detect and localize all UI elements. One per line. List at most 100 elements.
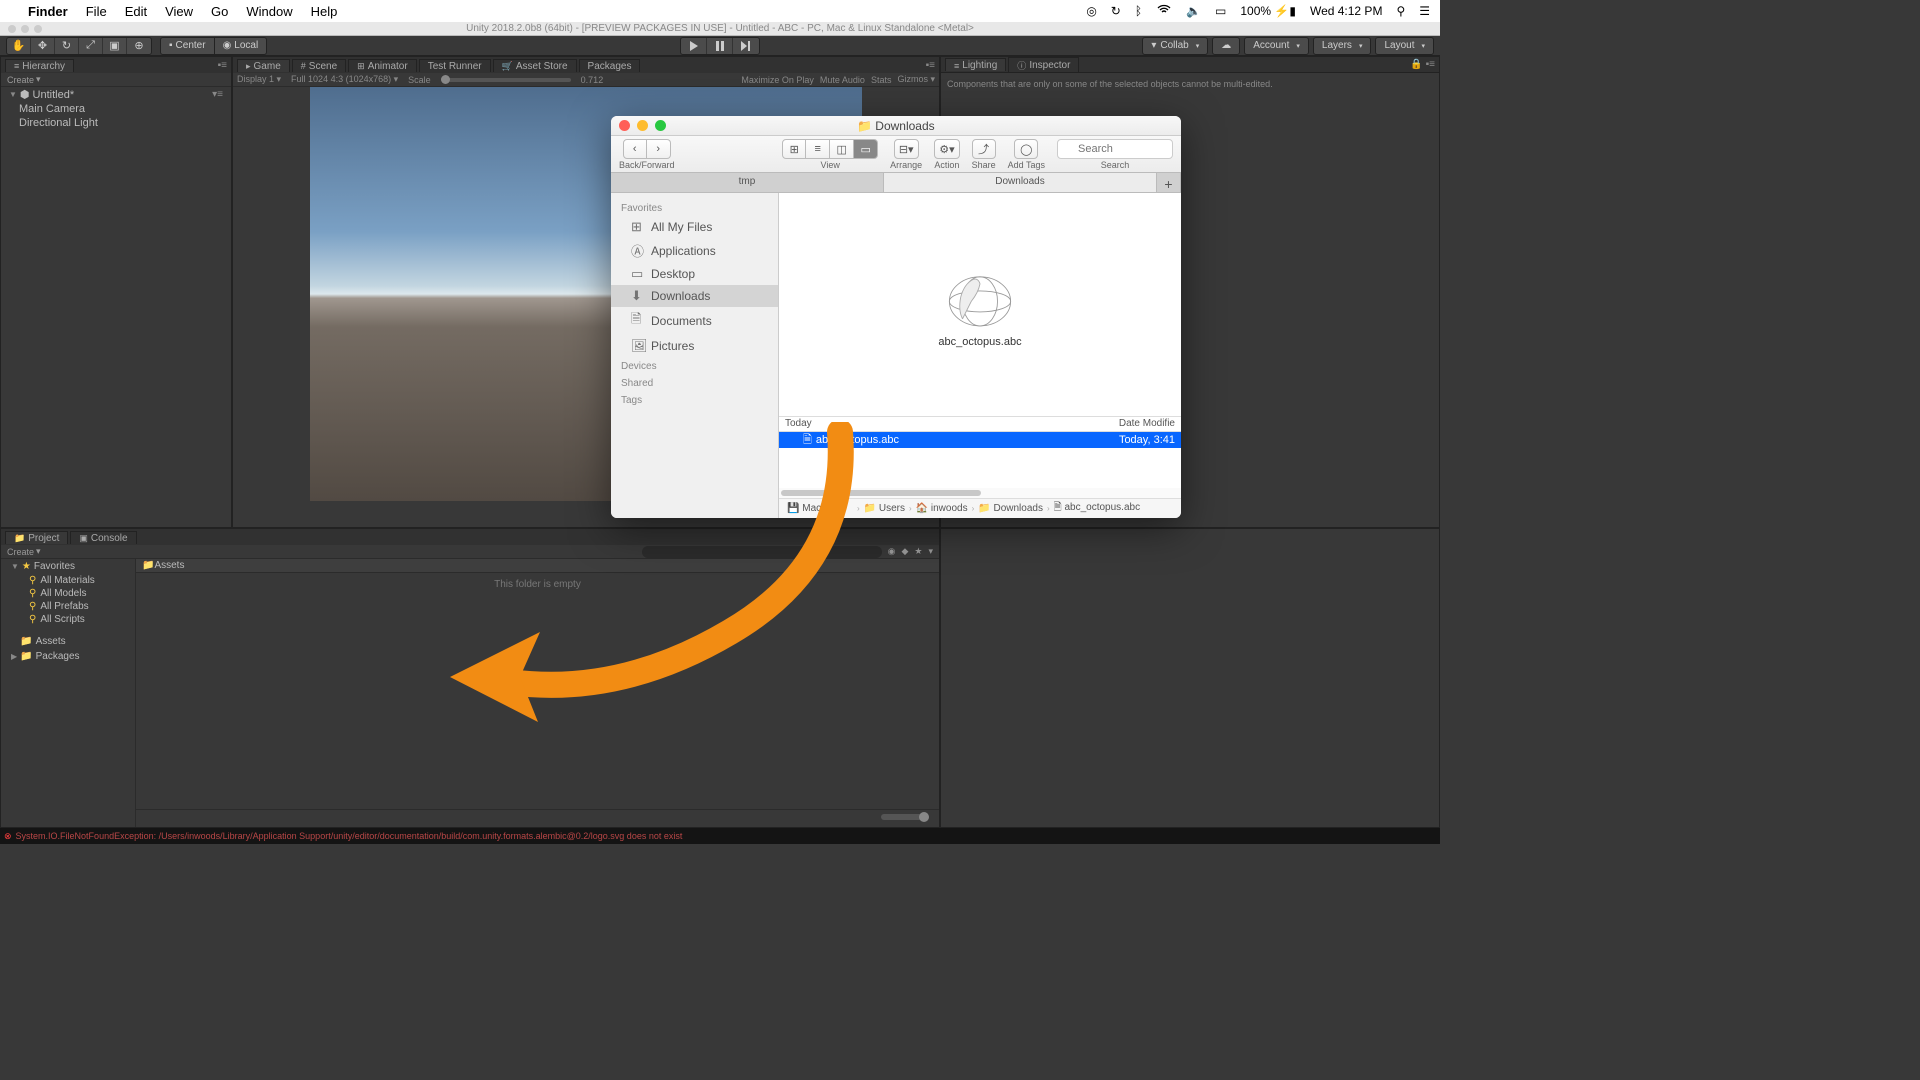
finder-titlebar[interactable]: 📁Downloads: [611, 116, 1181, 136]
sidebar-item-pictures[interactable]: 🖼Pictures: [611, 335, 778, 357]
scrollbar[interactable]: [779, 488, 1181, 498]
play-button[interactable]: [681, 38, 707, 54]
packages-folder[interactable]: ▶📁Packages: [1, 649, 135, 664]
assets-folder[interactable]: ▶📁Assets: [1, 634, 135, 649]
pivot-local-button[interactable]: ◉Local: [215, 37, 268, 55]
spotlight-icon[interactable]: ⚲: [1396, 4, 1405, 18]
share-button[interactable]: ⤴: [972, 139, 996, 159]
thumbnail-size-slider[interactable]: [881, 814, 929, 820]
scale-slider[interactable]: [441, 78, 571, 82]
game-tab[interactable]: ▸Game: [237, 59, 290, 72]
minimize-icon[interactable]: [637, 120, 648, 131]
move-tool-button[interactable]: ✥: [31, 38, 55, 54]
layers-dropdown[interactable]: Layers▾: [1313, 37, 1372, 55]
sidebar-item-documents[interactable]: 🗎Documents: [611, 307, 778, 335]
hierarchy-item[interactable]: Main Camera: [1, 102, 231, 116]
arrange-button[interactable]: ⊟▾: [894, 139, 919, 159]
menu-help[interactable]: Help: [311, 4, 338, 19]
create-dropdown[interactable]: Create: [7, 547, 34, 557]
status-icon[interactable]: ◎: [1086, 4, 1096, 18]
pause-button[interactable]: [707, 38, 733, 54]
menu-file[interactable]: File: [86, 4, 107, 19]
favorite-item[interactable]: ⚲All Materials: [1, 574, 135, 587]
sidebar-item-allmyfiles[interactable]: ⊞All My Files: [611, 216, 778, 238]
account-dropdown[interactable]: Account▾: [1244, 37, 1309, 55]
column-today[interactable]: Today: [779, 417, 1091, 431]
sidebar-item-downloads[interactable]: ⬇Downloads: [611, 285, 778, 307]
menu-edit[interactable]: Edit: [125, 4, 147, 19]
window-controls[interactable]: [8, 25, 42, 33]
menu-window[interactable]: Window: [246, 4, 292, 19]
file-row[interactable]: 🗎abc_octopus.abc Today, 3:41: [779, 432, 1181, 448]
project-tab[interactable]: 📁Project: [5, 531, 68, 544]
favorites-header[interactable]: ▼★Favorites: [1, 559, 135, 574]
timemachine-icon[interactable]: ↻: [1111, 4, 1121, 18]
lighting-tab[interactable]: ≡Lighting: [945, 58, 1006, 71]
create-dropdown[interactable]: Create: [7, 75, 34, 85]
new-tab-button[interactable]: +: [1157, 173, 1181, 192]
window-controls[interactable]: [619, 120, 666, 131]
path-segment[interactable]: 💾 Mac: [787, 503, 821, 514]
icon-view-button[interactable]: ⊞: [782, 139, 806, 159]
finder-tab-tmp[interactable]: tmp: [611, 173, 884, 192]
finder-tab-downloads[interactable]: Downloads: [884, 173, 1157, 192]
menu-go[interactable]: Go: [211, 4, 228, 19]
maximize-toggle[interactable]: Maximize On Play: [741, 75, 814, 85]
filter-icon[interactable]: ◆: [901, 546, 908, 557]
path-segment[interactable]: 📁 Downloads: [978, 503, 1043, 514]
save-search-icon[interactable]: ▾: [928, 546, 933, 557]
column-date[interactable]: Date Modifie: [1091, 417, 1181, 431]
rect-tool-button[interactable]: ▣: [103, 38, 127, 54]
favorite-item[interactable]: ⚲All Models: [1, 587, 135, 600]
assetstore-tab[interactable]: 🛒Asset Store: [493, 59, 577, 72]
clock[interactable]: Wed 4:12 PM: [1310, 4, 1382, 18]
packages-tab[interactable]: Packages: [579, 59, 641, 72]
column-view-button[interactable]: ◫: [830, 139, 854, 159]
mute-toggle[interactable]: Mute Audio: [820, 75, 865, 85]
cloud-button[interactable]: ☁: [1212, 37, 1240, 55]
testrunner-tab[interactable]: Test Runner: [419, 59, 491, 72]
panel-menu-icon[interactable]: ▪≡: [926, 60, 939, 71]
sidebar-item-desktop[interactable]: ▭Desktop: [611, 263, 778, 285]
animator-tab[interactable]: ⊞Animator: [348, 59, 417, 72]
maximize-icon[interactable]: [655, 120, 666, 131]
step-button[interactable]: [733, 38, 759, 54]
collab-dropdown[interactable]: ▾ Collab▾: [1142, 37, 1208, 55]
battery-status[interactable]: 100% ⚡▮: [1240, 4, 1296, 18]
path-segment[interactable]: 🗎 abc_octopus.abc: [1054, 500, 1140, 517]
inspector-tab[interactable]: ⓘInspector: [1008, 57, 1079, 72]
forward-button[interactable]: ›: [647, 139, 671, 159]
wifi-icon[interactable]: [1156, 2, 1172, 21]
panel-menu-icon[interactable]: ▪≡: [218, 60, 231, 71]
aspect-dropdown[interactable]: Full 1024 4:3 (1024x768) ▾: [291, 74, 398, 85]
panel-menu-icon[interactable]: 🔒 ▪≡: [1410, 59, 1439, 70]
scene-tab[interactable]: #Scene: [292, 59, 346, 72]
favorite-item[interactable]: ⚲All Prefabs: [1, 600, 135, 613]
hand-tool-button[interactable]: ✋: [7, 38, 31, 54]
display-dropdown[interactable]: Display 1 ▾: [237, 74, 281, 85]
stats-toggle[interactable]: Stats: [871, 75, 892, 85]
path-segment[interactable]: 📁 Users: [864, 503, 905, 514]
close-icon[interactable]: [619, 120, 630, 131]
status-bar-error[interactable]: ⊗ System.IO.FileNotFoundException: /User…: [0, 828, 1440, 844]
filter-icon[interactable]: ★: [914, 546, 922, 557]
favorite-item[interactable]: ⚲All Scripts: [1, 613, 135, 626]
list-view-button[interactable]: ≡: [806, 139, 830, 159]
action-button[interactable]: ⚙▾: [934, 139, 959, 159]
hierarchy-tab[interactable]: ≡Hierarchy: [5, 59, 74, 72]
bluetooth-icon[interactable]: ᛒ: [1135, 4, 1142, 18]
app-menu[interactable]: Finder: [28, 4, 68, 19]
search-input[interactable]: [1057, 139, 1173, 159]
hierarchy-item[interactable]: Directional Light: [1, 116, 231, 130]
rotate-tool-button[interactable]: ↻: [55, 38, 79, 54]
filter-icon[interactable]: ◉: [888, 546, 896, 557]
search-input[interactable]: [642, 546, 882, 558]
gizmos-dropdown[interactable]: Gizmos ▾: [897, 74, 935, 85]
scene-row[interactable]: ▼⬢Untitled*▾≡: [1, 87, 231, 102]
pivot-center-button[interactable]: ▪Center: [160, 37, 215, 55]
back-button[interactable]: ‹: [623, 139, 647, 159]
layout-dropdown[interactable]: Layout▾: [1375, 37, 1434, 55]
console-tab[interactable]: ▣Console: [70, 531, 136, 544]
volume-icon[interactable]: 🔈: [1186, 4, 1201, 18]
display-icon[interactable]: ▭: [1215, 4, 1226, 18]
